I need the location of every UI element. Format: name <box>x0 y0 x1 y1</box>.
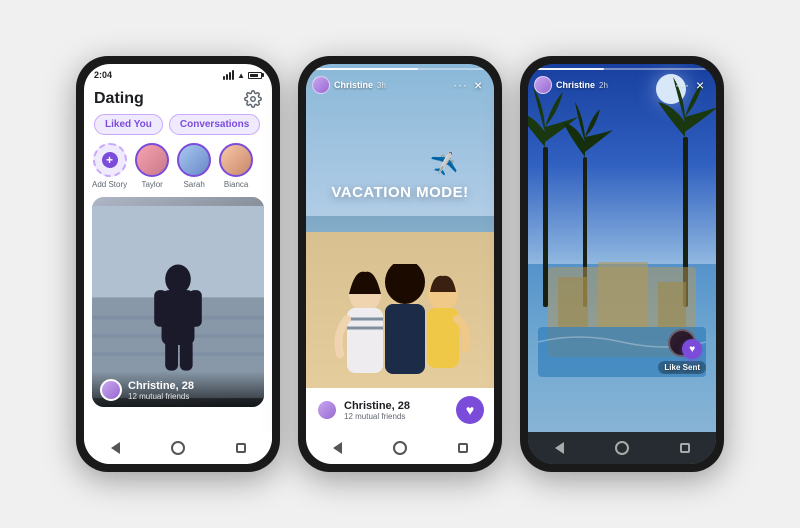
nav-back-button[interactable] <box>105 441 125 455</box>
story-progress-fill-3 <box>534 68 604 70</box>
heart-icon-2: ♥ <box>466 402 474 418</box>
tab-liked-you[interactable]: Liked You <box>94 114 163 135</box>
profile-card[interactable]: Christine, 28 12 mutual friends <box>92 197 264 407</box>
tabs-row: Liked You Conversations <box>84 114 272 143</box>
story-label-taylor: Taylor <box>141 180 162 189</box>
story-icons-row-2: ··· × <box>453 78 488 92</box>
story-top-bar-2: Christine 3h ··· × <box>306 64 494 94</box>
story-avatar-taylor <box>135 143 169 177</box>
gear-icon[interactable] <box>244 90 262 108</box>
story-label-sarah: Sarah <box>183 180 204 189</box>
status-time: 2:04 <box>94 70 112 80</box>
profile-text: Christine, 28 12 mutual friends <box>128 380 194 401</box>
stories-row: + Add Story Taylor Sarah Bianca <box>84 143 272 197</box>
app-title: Dating <box>94 90 144 108</box>
story-avatar-bianca <box>219 143 253 177</box>
dating-header: Dating <box>84 86 272 114</box>
story-icons-row-3: ··· × <box>675 78 710 92</box>
profile-name: Christine, 28 <box>128 380 194 392</box>
status-bar-1: 2:04 ▲ <box>84 64 272 86</box>
add-plus-icon: + <box>102 152 118 168</box>
story-progress-bar-3 <box>534 68 710 70</box>
story-user-row-2: Christine 3h ··· × <box>312 76 488 94</box>
story-time-3: 2h <box>599 81 608 90</box>
story-profile-avatar-2 <box>316 399 338 421</box>
profile-mutual: 12 mutual friends <box>128 392 194 401</box>
vacation-mode-text: VACATION MODE! <box>331 184 468 201</box>
story-username-2: Christine <box>334 80 373 90</box>
story-avatar-sarah <box>177 143 211 177</box>
story-bianca[interactable]: Bianca <box>219 143 253 189</box>
signal-icon <box>223 70 234 80</box>
story-more-button-2[interactable]: ··· <box>453 78 468 92</box>
add-story-avatar: + <box>93 143 127 177</box>
story-label-bianca: Bianca <box>224 180 248 189</box>
story-user-row-3: Christine 2h ··· × <box>534 76 710 94</box>
nav-back-button-3[interactable] <box>549 441 569 455</box>
tab-conversations[interactable]: Conversations <box>169 114 260 135</box>
story-progress-bar <box>312 68 488 70</box>
phone-3: Christine 2h ··· × ♥ Li <box>520 56 724 472</box>
like-button-2[interactable]: ♥ <box>456 396 484 424</box>
nav-bar-2 <box>306 432 494 464</box>
story-screen-2: VACATION MODE! ✈️ Christine 3h <box>306 64 494 464</box>
like-sent-bubble: ♥ Like Sent <box>658 329 706 374</box>
add-story-label: Add Story <box>92 180 127 189</box>
phone-1: 2:04 ▲ Dating <box>76 56 280 472</box>
story-more-button-3[interactable]: ··· <box>675 78 690 92</box>
wifi-icon: ▲ <box>237 71 245 80</box>
profile-info-bar: Christine, 28 12 mutual friends <box>92 371 264 407</box>
phone-2: VACATION MODE! ✈️ Christine 3h <box>298 56 502 472</box>
story-username-3: Christine <box>556 80 595 90</box>
nav-bar-3 <box>528 432 716 464</box>
nav-bar-1 <box>84 432 272 464</box>
nav-recents-button[interactable] <box>231 441 251 455</box>
nav-home-button[interactable] <box>168 441 188 455</box>
story-user-avatar-2 <box>312 76 330 94</box>
story-screen-3: Christine 2h ··· × ♥ Li <box>528 64 716 464</box>
story-add[interactable]: + Add Story <box>92 143 127 189</box>
status-icons: ▲ <box>223 70 262 80</box>
story-profile-mutual-2: 12 mutual friends <box>344 412 410 421</box>
story-profile-text-2: Christine, 28 12 mutual friends <box>344 400 410 421</box>
like-sent-label: Like Sent <box>658 361 706 374</box>
story-close-button-3[interactable]: × <box>696 78 710 92</box>
story-user-left-2: Christine 3h <box>312 76 386 94</box>
story-profile-name-2: Christine, 28 <box>344 400 410 412</box>
story-close-button-2[interactable]: × <box>474 78 488 92</box>
like-avatar-group: ♥ <box>668 329 696 357</box>
story-progress-fill <box>312 68 418 70</box>
like-heart-icon: ♥ <box>682 339 702 359</box>
story-user-avatar-3 <box>534 76 552 94</box>
nav-recents-button-2[interactable] <box>453 441 473 455</box>
nav-back-button-2[interactable] <box>327 441 347 455</box>
story-sarah[interactable]: Sarah <box>177 143 211 189</box>
story-taylor[interactable]: Taylor <box>135 143 169 189</box>
story-top-bar-3: Christine 2h ··· × <box>528 64 716 94</box>
resort-palms-svg <box>528 64 716 432</box>
story-time-2: 3h <box>377 81 386 90</box>
nav-home-button-3[interactable] <box>612 441 632 455</box>
story-bottom-bar-2: Christine, 28 12 mutual friends ♥ <box>306 388 494 432</box>
nav-recents-button-3[interactable] <box>675 441 695 455</box>
nav-home-button-2[interactable] <box>390 441 410 455</box>
battery-icon <box>248 72 262 79</box>
profile-mini-avatar <box>100 379 122 401</box>
story-user-left-3: Christine 2h <box>534 76 608 94</box>
